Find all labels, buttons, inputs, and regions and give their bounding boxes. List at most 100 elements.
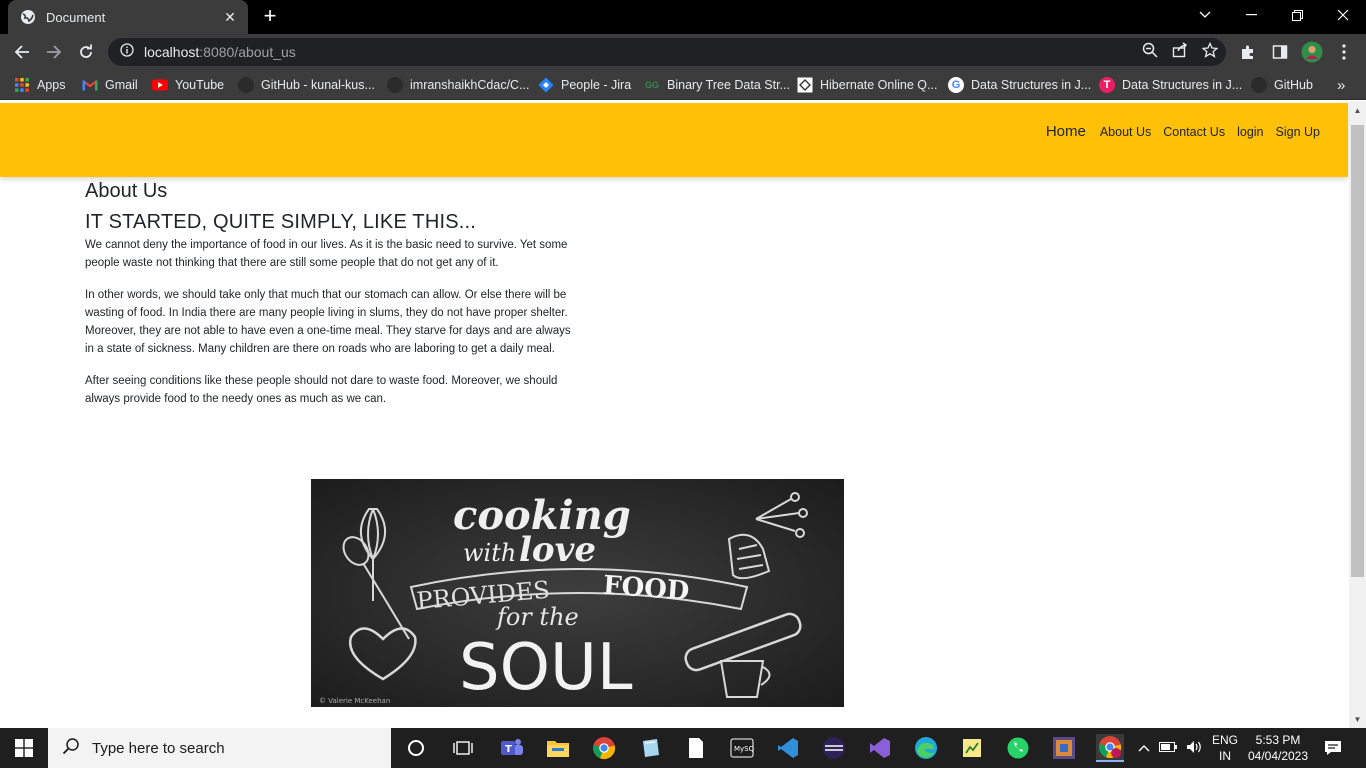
youtube-icon: [152, 77, 168, 93]
system-tray: [1138, 728, 1204, 768]
github-icon: [238, 77, 254, 93]
bookmark-hibernate[interactable]: Hibernate Online Q...: [797, 76, 937, 94]
nav-signup-link[interactable]: Sign Up: [1276, 125, 1320, 139]
bookmark-label: YouTube: [175, 78, 225, 92]
scrollbar-thumb[interactable]: [1351, 125, 1364, 577]
extensions-puzzle-icon[interactable]: [1236, 40, 1260, 64]
bookmark-geeksforgeeks[interactable]: GG Binary Tree Data Str...: [644, 76, 790, 94]
teams-icon[interactable]: T: [498, 734, 526, 762]
bookmark-label: Hibernate Online Q...: [820, 78, 938, 92]
share-icon[interactable]: [1172, 42, 1188, 63]
volume-icon[interactable]: [1186, 740, 1204, 757]
image-text-love: love: [519, 530, 596, 570]
section-subtitle: IT STARTED, QUITE SIMPLY, LIKE THIS...: [85, 211, 477, 233]
bookmark-apps[interactable]: Apps: [14, 76, 66, 94]
cortana-icon[interactable]: [402, 734, 430, 762]
cooking-with-love-image: cooking with love PROVIDES FOOD for the …: [311, 479, 844, 707]
vscode-icon[interactable]: [774, 734, 802, 762]
language-indicator[interactable]: ENG IN: [1212, 728, 1238, 768]
apps-grid-icon: [14, 77, 30, 93]
nav-about-link[interactable]: About Us: [1100, 125, 1151, 139]
nav-home-link[interactable]: Home: [1046, 123, 1086, 140]
show-hidden-icons-chevron-icon[interactable]: [1138, 741, 1150, 755]
site-nav: Home About Us Contact Us login Sign Up: [1046, 123, 1320, 140]
browser-tab[interactable]: Document ✕: [8, 0, 248, 34]
more-bookmarks-button[interactable]: »: [1337, 76, 1345, 94]
bookmark-label: Data Structures in J...: [971, 78, 1092, 92]
mysql-workbench-icon[interactable]: MySQL: [728, 734, 756, 762]
bookmark-gmail[interactable]: Gmail: [82, 76, 138, 94]
search-placeholder: Type here to search: [92, 739, 225, 757]
tab-title: Document: [46, 9, 106, 25]
bookmark-data-structures-google[interactable]: G Data Structures in J...: [948, 76, 1091, 94]
bookmark-star-icon[interactable]: [1201, 41, 1219, 63]
profile-avatar[interactable]: [1300, 40, 1324, 64]
close-tab-icon[interactable]: ✕: [222, 9, 238, 25]
document-app-icon[interactable]: [682, 734, 710, 762]
new-tab-button[interactable]: +: [260, 5, 280, 27]
clock-time: 5:53 PM: [1255, 733, 1301, 747]
sheet-app-icon[interactable]: [958, 734, 986, 762]
edge-icon[interactable]: [912, 734, 940, 762]
game-app-icon[interactable]: [1050, 734, 1078, 762]
tab-search-chevron-icon[interactable]: [1182, 0, 1228, 30]
nav-login-link[interactable]: login: [1237, 125, 1263, 139]
chrome-taskbar-icon[interactable]: [590, 734, 618, 762]
task-view-icon[interactable]: [449, 734, 477, 762]
bookmark-label: Binary Tree Data Str...: [667, 78, 790, 92]
chrome-menu-icon[interactable]: [1332, 40, 1356, 64]
bookmark-github-imran[interactable]: imranshaikhCdac/C...: [387, 76, 530, 94]
browser-toolbar: localhost:8080/about_us: [0, 34, 1366, 70]
side-panel-icon[interactable]: [1268, 40, 1292, 64]
image-text-for-the: for the: [495, 603, 579, 631]
battery-icon[interactable]: [1159, 741, 1177, 755]
t-logo-icon: T: [1099, 77, 1115, 93]
reload-icon[interactable]: [74, 40, 98, 64]
clock[interactable]: 5:53 PM 04/04/2023: [1246, 728, 1310, 768]
notifications-icon[interactable]: [1322, 728, 1344, 768]
scroll-down-arrow-icon[interactable]: ▼: [1349, 712, 1366, 726]
notepad-plus-icon[interactable]: [636, 734, 664, 762]
bookmark-jira[interactable]: People - Jira: [538, 76, 631, 94]
about-paragraph: We cannot deny the importance of food in…: [85, 239, 568, 270]
bookmark-data-structures-t[interactable]: T Data Structures in J...: [1099, 76, 1242, 94]
minimize-window-button[interactable]: [1228, 0, 1274, 30]
windows-taskbar: Type here to search T MySQL: [0, 728, 1366, 768]
taskbar-search-box[interactable]: Type here to search: [48, 728, 391, 768]
image-credit: © Valerie McKeehan: [319, 697, 390, 705]
address-bar[interactable]: localhost:8080/about_us: [108, 38, 1226, 66]
bookmark-label: Data Structures in J...: [1122, 78, 1243, 92]
close-window-button[interactable]: [1320, 0, 1366, 30]
forward-arrow-icon[interactable]: [42, 40, 66, 64]
chrome-profile-taskbar-icon[interactable]: [1096, 734, 1124, 762]
page-viewport: Home About Us Contact Us login Sign Up A…: [0, 101, 1366, 728]
bookmark-label: People - Jira: [561, 78, 632, 92]
language-code: ENG: [1212, 733, 1239, 747]
file-explorer-icon[interactable]: [544, 734, 572, 762]
bookmark-github-kunal[interactable]: GitHub - kunal-kus...: [238, 76, 375, 94]
gmail-icon: [82, 77, 98, 93]
google-icon: G: [948, 77, 964, 93]
site-info-icon[interactable]: [120, 42, 134, 62]
globe-icon: [20, 9, 36, 25]
visual-studio-icon[interactable]: [866, 734, 894, 762]
eclipse-icon[interactable]: [820, 734, 848, 762]
scroll-up-arrow-icon[interactable]: ▲: [1349, 103, 1366, 117]
about-paragraph: In other words, we should take only that…: [85, 288, 571, 356]
url-path: :8080/about_us: [199, 44, 296, 60]
bookmark-youtube[interactable]: YouTube: [152, 76, 224, 94]
github-icon: [1251, 77, 1267, 93]
page-title: About Us: [85, 180, 168, 202]
bookmark-label: Gmail: [105, 78, 138, 92]
whatsapp-icon[interactable]: [1004, 734, 1032, 762]
back-arrow-icon[interactable]: [10, 40, 34, 64]
bookmark-github[interactable]: GitHub: [1251, 76, 1313, 94]
nav-contact-link[interactable]: Contact Us: [1163, 125, 1225, 139]
geeksforgeeks-icon: GG: [644, 80, 659, 90]
image-text-with: with: [463, 539, 516, 567]
windows-start-icon[interactable]: [0, 728, 48, 768]
svg-text:T: T: [505, 744, 512, 755]
zoom-icon[interactable]: [1142, 42, 1158, 63]
restore-window-button[interactable]: [1274, 0, 1320, 30]
about-section: About Us IT STARTED, QUITE SIMPLY, LIKE …: [85, 179, 575, 408]
